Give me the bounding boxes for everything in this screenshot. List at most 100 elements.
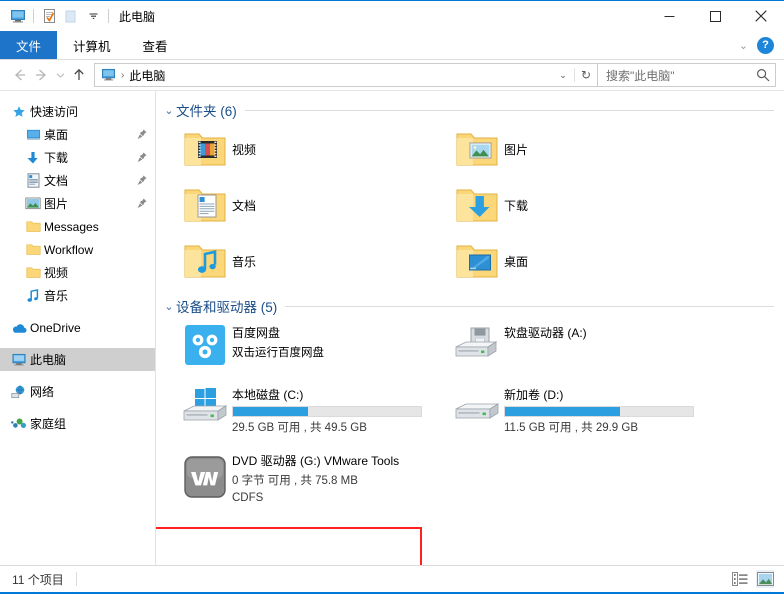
new-folder-icon[interactable] [60,5,82,27]
minimize-button[interactable] [646,1,692,31]
customize-dropdown-icon[interactable] [82,5,104,27]
back-button[interactable] [8,64,30,86]
forward-button[interactable] [30,64,52,86]
folder-downloads-icon [450,185,504,225]
sidebar-gap-2 [0,339,155,348]
maximize-button[interactable] [692,1,738,31]
sidebar-label: 文档 [44,174,69,188]
large-icons-view-button[interactable] [756,570,774,588]
navigation-bar: › 此电脑 ⌄ ↻ 搜索"此电脑" [0,60,784,90]
drive-name: DVD 驱动器 (G:) VMware Tools [232,454,400,468]
address-dropdown-icon[interactable]: ⌄ [552,70,574,81]
folder-videos-icon [178,129,232,169]
sidebar-item-homegroup[interactable]: 家庭组 [0,412,155,435]
sidebar-label: 快速访问 [30,105,79,119]
drive-name: 新加卷 (D:) [504,388,564,402]
drive-text: 软盘驱动器 (A:) [504,321,587,341]
list-item[interactable]: 图片 [450,121,722,177]
folder-music-icon [178,241,232,281]
details-view-button[interactable] [731,570,749,588]
item-count-label: 11 个项目 [12,572,64,587]
sidebar-item-downloads[interactable]: 下载 [0,146,155,169]
capacity-bar [232,406,422,417]
sidebar-label: 此电脑 [30,353,67,367]
chevron-down-icon[interactable]: ⌄ [739,39,748,52]
drive-subtitle: 双击运行百度网盘 [232,347,324,359]
sidebar-item-onedrive[interactable]: OneDrive [0,316,155,339]
chevron-down-icon[interactable]: ⌄ [162,104,176,117]
help-icon[interactable]: ? [757,36,774,54]
tab-computer[interactable]: 计算机 [57,31,127,59]
drive-text: 新加卷 (D:) 11.5 GB 可用 , 共 29.9 GB [504,383,694,435]
item-name: 音乐 [232,254,257,269]
tab-file[interactable]: 文件 [0,31,58,59]
breadcrumb-separator[interactable]: › [121,70,124,81]
pin-icon[interactable] [137,152,147,166]
list-item[interactable]: 音乐 [178,233,450,289]
sidebar-item-documents[interactable]: 文档 [0,169,155,192]
list-item[interactable]: 文档 [178,177,450,233]
pin-icon[interactable] [137,198,147,212]
sidebar-item-network[interactable]: 网络 [0,380,155,403]
window-title: 此电脑 [119,9,156,24]
group-title: 设备和驱动器 (5) [176,300,278,315]
chevron-down-icon[interactable]: ⌄ [162,300,176,313]
search-input[interactable]: 搜索"此电脑" [598,67,751,84]
item-name: 图片 [504,142,529,157]
sidebar-item-videos[interactable]: 视频 [0,261,155,284]
music-icon [22,288,44,303]
sidebar-item-quick-access[interactable]: 快速访问 [0,100,155,123]
sidebar-label: 下载 [44,151,69,165]
navigation-pane: 快速访问 桌面 下载 文档 图片 Messages Workflow 视频 音乐… [0,91,156,565]
drives-grid: 百度网盘 双击运行百度网盘 软盘驱动器 (A:) 本地磁盘 (C:) 29.5 … [156,317,784,523]
ribbon-right-controls: ⌄ ? [739,31,780,59]
drive-item[interactable]: 百度网盘 双击运行百度网盘 [178,317,450,379]
drive-item[interactable]: 本地磁盘 (C:) 29.5 GB 可用 , 共 49.5 GB [178,379,450,441]
sidebar-gap-4 [0,403,155,412]
list-item[interactable]: 桌面 [450,233,722,289]
drive-text: 百度网盘 双击运行百度网盘 [232,321,324,360]
refresh-icon[interactable]: ↻ [574,68,597,82]
sidebar-item-messages[interactable]: Messages [0,215,155,238]
breadcrumb-current[interactable]: 此电脑 [129,67,165,84]
list-item[interactable]: 下载 [450,177,722,233]
highlight-annotation [156,527,422,565]
folder-desktop-icon [450,241,504,281]
documents-icon [22,173,44,188]
drive-item[interactable]: 新加卷 (D:) 11.5 GB 可用 , 共 29.9 GB [450,379,722,441]
explorer-body: 快速访问 桌面 下载 文档 图片 Messages Workflow 视频 音乐… [0,90,784,565]
capacity-bar [504,406,694,417]
sidebar-item-music[interactable]: 音乐 [0,284,155,307]
group-header-drives[interactable]: ⌄ 设备和驱动器 (5) [156,295,784,317]
drive-text: 本地磁盘 (C:) 29.5 GB 可用 , 共 49.5 GB [232,383,422,435]
drive-item-dvd-vmware-tools[interactable]: DVD 驱动器 (G:) VMware Tools 0 字节 可用 , 共 75… [178,441,450,523]
group-header-folders[interactable]: ⌄ 文件夹 (6) [156,99,784,121]
drive-name: 百度网盘 [232,326,281,340]
file-list-pane[interactable]: ⌄ 文件夹 (6) 视频 图片 文档 下载 音乐 桌面 ⌄ 设备和驱动器 (5)… [156,91,784,565]
drive-item[interactable]: 软盘驱动器 (A:) [450,317,722,379]
sidebar-item-workflow[interactable]: Workflow [0,238,155,261]
status-bar: 11 个项目 [0,565,784,592]
recent-locations-button[interactable] [52,64,68,86]
title-bar: 此电脑 [0,0,784,31]
sidebar-label: 家庭组 [30,417,67,431]
close-button[interactable] [738,1,784,31]
star-icon [8,105,30,119]
search-icon[interactable] [751,68,775,82]
list-item-text: 图片 [504,141,528,158]
view-mode-buttons [731,566,774,592]
sidebar-item-desktop[interactable]: 桌面 [0,123,155,146]
tab-view[interactable]: 查看 [127,31,184,59]
drive-name: 本地磁盘 (C:) [232,388,304,402]
sidebar-item-pictures[interactable]: 图片 [0,192,155,215]
pin-icon[interactable] [137,175,147,189]
up-button[interactable] [68,64,90,86]
search-box[interactable]: 搜索"此电脑" [598,63,776,87]
properties-icon[interactable] [38,5,60,27]
list-item[interactable]: 视频 [178,121,450,177]
pin-icon[interactable] [137,129,147,143]
folder-documents-icon [178,185,232,225]
address-bar[interactable]: › 此电脑 ⌄ ↻ [94,63,598,87]
sidebar-item-this-pc[interactable]: 此电脑 [0,348,155,371]
baidu-netdisk-icon [178,321,232,369]
